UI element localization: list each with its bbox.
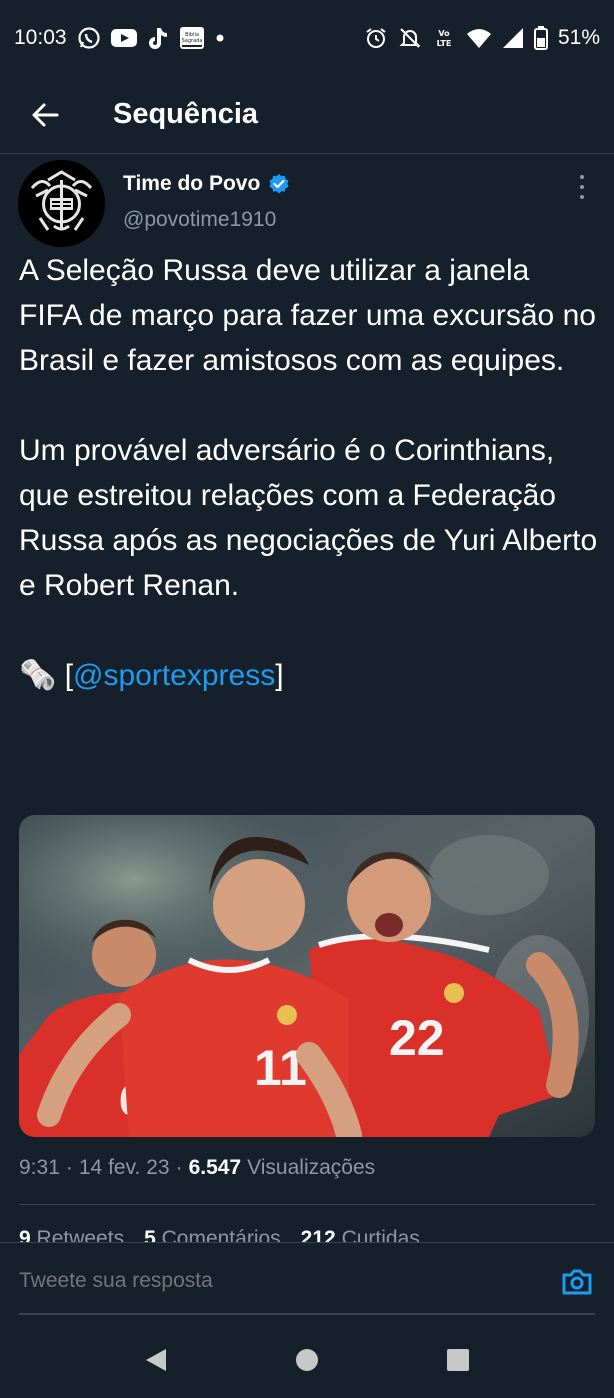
views-label: Visualizações xyxy=(247,1156,376,1179)
views-count: 6.547 xyxy=(188,1156,242,1179)
square-recents-icon xyxy=(447,1349,470,1371)
tweet-text: A Seleção Russa deve utilizar a janela F… xyxy=(19,248,599,698)
tweet: Time do Povo @povotime1910 A Seleção Rus… xyxy=(0,155,614,1250)
tweet-paragraph: A Seleção Russa deve utilizar a janela F… xyxy=(19,254,596,377)
jersey-number: 22 xyxy=(389,1010,445,1066)
meta-separator: · xyxy=(175,1156,183,1179)
reply-input[interactable] xyxy=(19,1269,519,1293)
reply-bar xyxy=(0,1242,614,1322)
tweet-author: Time do Povo @povotime1910 xyxy=(0,155,614,249)
battery-percent: 51% xyxy=(557,26,600,49)
nav-recents-button[interactable] xyxy=(438,1340,478,1380)
bible-app-icon: Bíblia Sagrada xyxy=(179,26,205,50)
battery-icon xyxy=(533,26,548,50)
nav-home-button[interactable] xyxy=(287,1340,327,1380)
youtube-icon xyxy=(110,28,137,48)
verified-badge-icon xyxy=(269,174,289,194)
mention-link[interactable]: @sportexpress xyxy=(73,659,275,692)
svg-text:Sagrada: Sagrada xyxy=(181,38,202,44)
tweet-meta: 9:31 · 14 fev. 23 · 6.547 Visualizações xyxy=(19,1156,375,1180)
alarm-icon xyxy=(364,26,388,50)
page-title: Sequência xyxy=(113,98,259,130)
camera-icon xyxy=(562,1269,592,1295)
tweet-paragraph: Um provável adversário é o Corinthians, … xyxy=(19,434,598,602)
divider xyxy=(19,1204,595,1205)
tweet-time: 9:31 xyxy=(19,1156,60,1179)
system-navigation-bar xyxy=(0,1322,614,1398)
reply-underline xyxy=(19,1313,595,1315)
source-suffix: ] xyxy=(275,659,284,692)
meta-separator: · xyxy=(65,1156,73,1179)
more-dot-icon xyxy=(580,195,584,199)
mute-icon xyxy=(398,26,422,50)
tweet-date: 14 fev. 23 xyxy=(78,1156,170,1179)
svg-text:Vo: Vo xyxy=(438,29,450,38)
status-bar: 10:03 Bíblia Sagrada Vo LTE 51% xyxy=(0,0,614,76)
camera-button[interactable] xyxy=(560,1265,594,1299)
club-crest-icon xyxy=(18,160,105,247)
app-header: Sequência xyxy=(0,76,614,154)
handle[interactable]: @povotime1910 xyxy=(123,208,276,232)
more-dot-icon xyxy=(580,185,584,189)
avatar[interactable] xyxy=(18,160,105,247)
arrow-left-icon xyxy=(32,103,59,126)
display-name[interactable]: Time do Povo xyxy=(123,172,260,196)
triangle-back-icon xyxy=(145,1349,166,1371)
more-dot-icon xyxy=(580,175,584,179)
tweet-media-image[interactable]: 6 22 11 xyxy=(19,815,595,1137)
source-prefix: 🗞️ [ xyxy=(19,659,74,692)
volte-icon: Vo LTE xyxy=(432,26,456,50)
dot-icon xyxy=(215,33,225,43)
circle-home-icon xyxy=(295,1349,318,1371)
more-options-button[interactable] xyxy=(572,175,592,199)
football-players-photo: 6 22 11 xyxy=(19,815,595,1137)
name-row: Time do Povo xyxy=(123,172,290,196)
svg-text:LTE: LTE xyxy=(437,39,452,48)
svg-text:Bíblia: Bíblia xyxy=(185,31,199,38)
wifi-icon xyxy=(466,27,492,49)
tiktok-icon xyxy=(147,26,169,50)
signal-icon xyxy=(502,27,524,49)
whatsapp-icon xyxy=(77,26,101,50)
tweet-source: 🗞️ [@sportexpress] xyxy=(19,653,599,698)
back-button[interactable] xyxy=(17,87,73,143)
status-time: 10:03 xyxy=(14,26,67,49)
nav-back-button[interactable] xyxy=(136,1340,176,1380)
